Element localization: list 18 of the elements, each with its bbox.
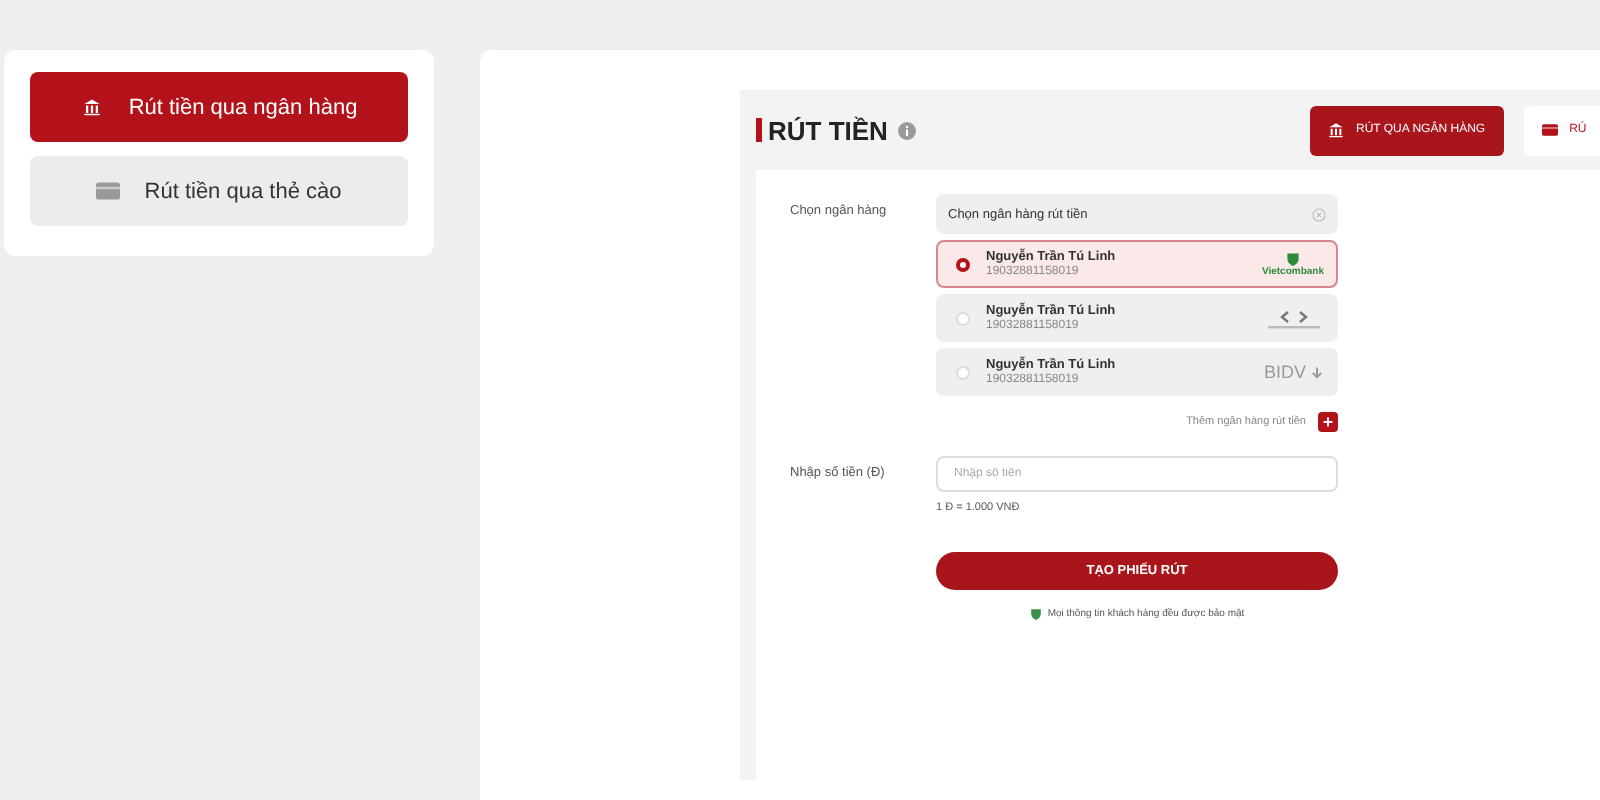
info-icon	[897, 121, 916, 139]
shield-icon	[1029, 608, 1042, 620]
bank-icon	[80, 98, 105, 116]
bank-icon	[1328, 122, 1344, 138]
plus-icon	[1322, 416, 1334, 428]
bank-logo-icon	[1264, 306, 1324, 330]
add-button[interactable]	[1318, 412, 1338, 432]
radio-button[interactable]	[956, 257, 970, 271]
sidebar-item[interactable]: Rút tiền qua thẻ cào	[30, 156, 408, 226]
card-icon	[1541, 122, 1558, 138]
sidebar-item[interactable]: Rút tiền qua ngân hàng	[30, 72, 408, 142]
card-icon	[96, 182, 121, 200]
bank-logo-text: BIDV	[1263, 362, 1306, 382]
shield-logo-icon	[1285, 251, 1300, 265]
close-icon	[1312, 207, 1326, 221]
panel-title: RÚT TIỀN	[768, 115, 888, 145]
title-marker	[756, 118, 762, 142]
arrow-logo-icon	[1310, 365, 1324, 379]
